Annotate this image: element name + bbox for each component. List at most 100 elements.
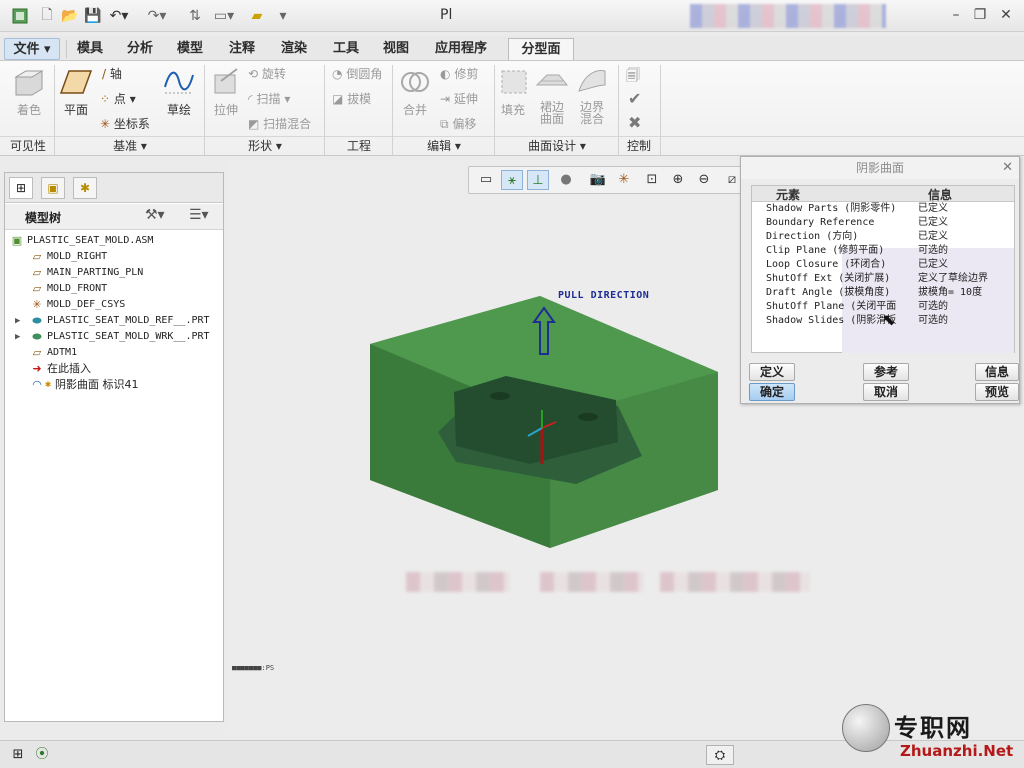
pull-direction-label: PULL DIRECTION	[558, 290, 650, 301]
info-button[interactable]: 信息	[975, 363, 1019, 381]
fill-label: 填充	[500, 103, 525, 117]
tab-applications[interactable]: 应用程序	[428, 38, 494, 60]
round-button[interactable]: ◔ 倒圆角	[332, 65, 382, 82]
model-tree-tab-icon[interactable]: ⊞	[9, 177, 33, 199]
merge-button[interactable]: 合并	[398, 67, 432, 118]
tree-item-datum-plane[interactable]: ▱ MOLD_RIGHT	[5, 249, 223, 265]
tree-item-assembly[interactable]: ▣ PLASTIC_SEAT_MOLD.ASM	[5, 233, 223, 249]
trim-button[interactable]: ◐ 修剪	[440, 65, 478, 82]
axis-button[interactable]: / 轴	[102, 65, 122, 82]
group-editing-text: 编辑	[427, 139, 452, 153]
revolve-button[interactable]: ⟲ 旋转	[248, 65, 286, 82]
redo-icon[interactable]: ↷▾	[146, 6, 168, 26]
tree-item-datum-plane[interactable]: ▱ ADTM1	[5, 345, 223, 361]
csys-button[interactable]: ✳ 坐标系	[100, 115, 150, 132]
group-datum-label[interactable]: 基准 ▾	[56, 137, 204, 155]
tree-settings-icon[interactable]: ⚒▾	[145, 207, 165, 223]
tree-item-shadow-surface[interactable]: ◠ ✱ 阴影曲面 标识41	[5, 377, 223, 393]
tree-columns-icon[interactable]: ☰▾	[189, 207, 209, 223]
axis-icon: /	[102, 67, 107, 81]
save-icon[interactable]: 💾	[84, 6, 102, 26]
browser-toggle-icon[interactable]: ⦿	[32, 745, 52, 765]
ok-button[interactable]: 确定	[749, 383, 795, 401]
undo-icon[interactable]: ↶▾	[108, 6, 130, 26]
extrude-button[interactable]: 拉伸	[208, 67, 244, 118]
table-cell-info: 定义了草绘边界	[918, 273, 988, 284]
ok-check-icon[interactable]: ✔	[628, 89, 641, 108]
table-row[interactable]: Draft Angle (拔模角度)	[766, 286, 890, 300]
tab-view[interactable]: 视图	[376, 38, 416, 60]
tree-item-datum-plane[interactable]: ▱ MOLD_FRONT	[5, 281, 223, 297]
table-row[interactable]: Boundary Reference	[766, 216, 874, 230]
graphics-status-text: ■■■■■■■:PS	[232, 664, 275, 672]
close-icon[interactable]: ✕	[996, 7, 1016, 25]
favorites-tab-icon[interactable]: ✱	[73, 177, 97, 199]
close-window-icon[interactable]: ▰	[248, 6, 266, 26]
table-row[interactable]: Direction (方向)	[766, 230, 858, 244]
minimize-icon[interactable]: –	[946, 7, 966, 25]
customize-toolbar-icon[interactable]: ▾	[276, 6, 290, 26]
tab-render[interactable]: 渲染	[274, 38, 314, 60]
feature-info-button[interactable]: 🗐	[626, 65, 640, 89]
sketch-button[interactable]: 草绘	[160, 67, 198, 118]
draft-button[interactable]: ◪ 拔模	[332, 90, 371, 107]
table-row[interactable]: Shadow Parts (阴影零件)	[766, 202, 896, 216]
tab-file[interactable]: 文件 ▾	[4, 38, 60, 60]
tab-model[interactable]: 模型	[170, 38, 210, 60]
group-surface-design-label[interactable]: 曲面设计 ▾	[496, 137, 618, 155]
refit-icon[interactable]: ⊡	[641, 170, 663, 190]
table-row[interactable]: ShutOff Ext (关闭扩展)	[766, 272, 890, 286]
sweep-button[interactable]: ◜ 扫描 ▾	[248, 90, 290, 107]
new-file-icon[interactable]: 🗋	[38, 6, 56, 26]
tree-item-part[interactable]: ▶ ⬬ PLASTIC_SEAT_MOLD_WRK__.PRT	[5, 329, 223, 345]
preview-button[interactable]: 预览	[975, 383, 1019, 401]
plane-button[interactable]: 平面	[58, 67, 94, 118]
tab-mold[interactable]: 模具	[70, 38, 110, 60]
restore-icon[interactable]: ❐	[970, 7, 990, 25]
dialog-close-icon[interactable]: ✕	[1002, 160, 1013, 175]
tab-parting-surface[interactable]: 分型面	[508, 38, 574, 60]
table-row[interactable]: Loop Closure (环闭合)	[766, 258, 886, 272]
cancel-x-icon[interactable]: ✖	[628, 113, 641, 132]
navigator-toggle-icon[interactable]: ⊞	[8, 745, 28, 765]
fill-button[interactable]: 填充	[498, 67, 528, 118]
datum-display-icon[interactable]: ⚹	[501, 170, 523, 190]
expand-arrow-icon[interactable]: ▶	[15, 313, 20, 329]
tab-analysis[interactable]: 分析	[120, 38, 160, 60]
tree-item-part[interactable]: ▶ ⬬ PLASTIC_SEAT_MOLD_REF__.PRT	[5, 313, 223, 329]
appearance-icon[interactable]: ●	[555, 170, 577, 190]
tree-item-datum-plane[interactable]: ▱ MAIN_PARTING_PLN	[5, 265, 223, 281]
shading-button[interactable]: 着色	[8, 67, 50, 118]
zoom-out-icon[interactable]: ⊖	[693, 170, 715, 190]
open-file-icon[interactable]: 📂	[60, 6, 80, 26]
tab-tools[interactable]: 工具	[326, 38, 366, 60]
group-shapes-label[interactable]: 形状 ▾	[206, 137, 324, 155]
view-manager-icon[interactable]: ✳	[613, 170, 635, 190]
tree-item-insert-here[interactable]: ➜ 在此插入	[5, 361, 223, 377]
snapshot-icon[interactable]: 📷	[587, 170, 609, 190]
swept-blend-button[interactable]: ◩ 扫描混合	[248, 115, 311, 132]
regenerate-icon[interactable]: ⇅	[186, 6, 204, 26]
tree-item-csys[interactable]: ✳ MOLD_DEF_CSYS	[5, 297, 223, 313]
named-view-icon[interactable]: ▭	[475, 170, 497, 190]
define-button[interactable]: 定义	[749, 363, 795, 381]
tab-annotate[interactable]: 注释	[222, 38, 262, 60]
skirt-surface-button[interactable]: 裙边 曲面	[534, 67, 570, 125]
offset-button[interactable]: ⧉ 偏移	[440, 115, 476, 132]
table-row[interactable]: Shadow Slides (阴影滑板	[766, 314, 896, 328]
folder-browser-tab-icon[interactable]: ▣	[41, 177, 65, 199]
refs-button[interactable]: 参考	[863, 363, 909, 381]
spin-center-icon[interactable]: ⊥	[527, 170, 549, 190]
boundary-blend-button[interactable]: 边界 混合	[574, 67, 610, 125]
expand-arrow-icon[interactable]: ▶	[15, 329, 20, 345]
table-row[interactable]: ShutOff Plane (关闭平面	[766, 300, 896, 314]
extend-button[interactable]: ⇥ 延伸	[440, 90, 478, 107]
cancel-button[interactable]: 取消	[863, 383, 909, 401]
csys-icon: ✳	[100, 117, 111, 131]
windows-icon[interactable]: ▭▾	[210, 6, 238, 26]
selection-filter-icon[interactable]: ⛭	[706, 745, 734, 765]
table-row[interactable]: Clip Plane (修剪平面)	[766, 244, 884, 258]
group-editing-label[interactable]: 编辑 ▾	[394, 137, 494, 155]
zoom-in-icon[interactable]: ⊕	[667, 170, 689, 190]
point-button[interactable]: ⁘ 点 ▾	[100, 90, 136, 107]
